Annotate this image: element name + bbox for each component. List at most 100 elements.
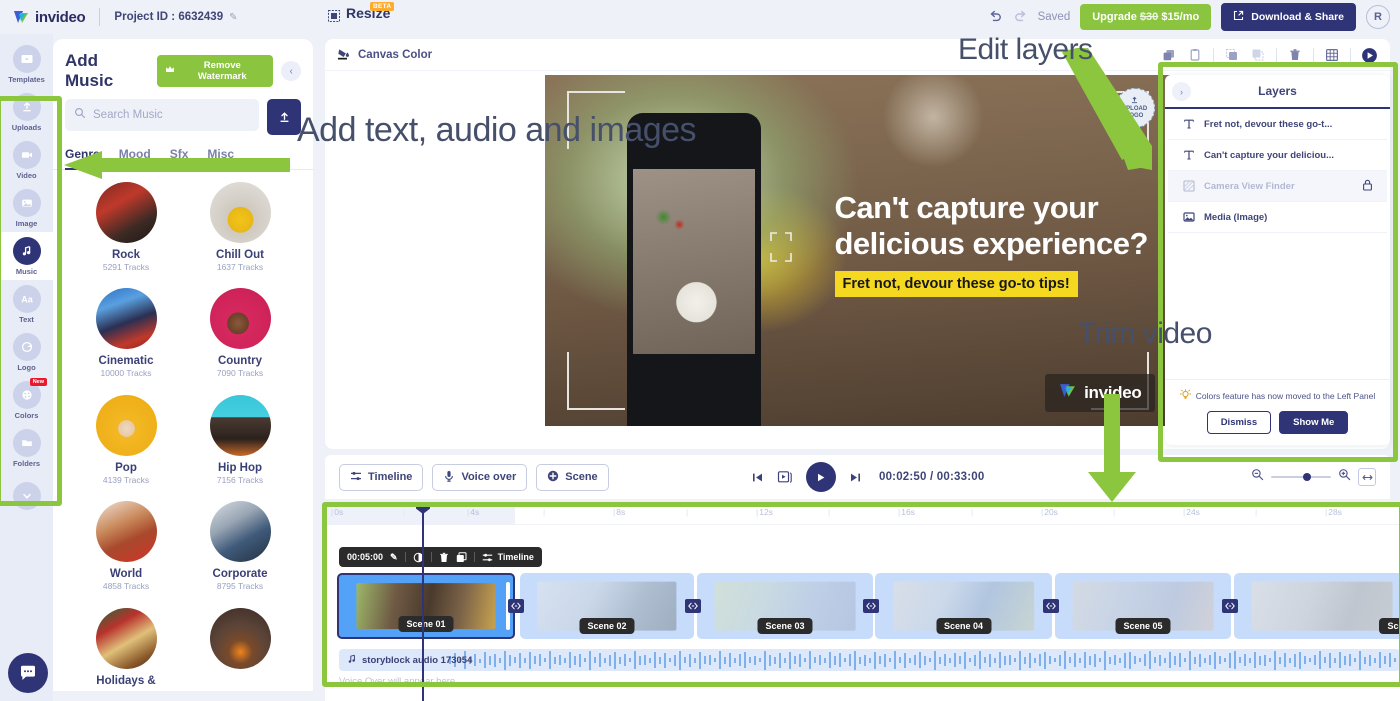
transition-marker[interactable] [863, 599, 879, 613]
sidebar-item-folders[interactable]: Folders [0, 424, 53, 472]
ruler-tick-minor: | [686, 507, 689, 517]
timeline-clip[interactable]: Scene 05 [1055, 573, 1231, 639]
bring-to-front-icon[interactable] [1219, 43, 1245, 67]
chevron-down-icon[interactable] [12, 482, 41, 510]
brand-logo-wrap[interactable]: invideo [12, 8, 86, 26]
ruler-tick: |8s [613, 507, 626, 517]
chat-bubble-icon[interactable] [8, 653, 48, 693]
sidebar-item-colors[interactable]: New Colors [0, 376, 53, 424]
timeline-context-button[interactable]: Timeline [482, 552, 534, 563]
timeline-ruler[interactable]: |0s | |4s | |8s | |12s | |16s | |20s | |… [325, 503, 1400, 525]
genre-card[interactable]: Chill Out 1637 Tracks [183, 182, 297, 284]
tab-sfx[interactable]: Sfx [170, 147, 189, 170]
timeline-clip[interactable]: Scene 04 [875, 573, 1052, 639]
voiceover-track[interactable]: Voice Over will appear here [339, 676, 1400, 694]
skip-next-icon[interactable] [849, 471, 862, 484]
upload-music-button[interactable] [267, 99, 301, 135]
lock-icon[interactable] [1362, 179, 1373, 194]
genre-count: 4858 Tracks [102, 581, 150, 592]
sidebar-item-logo[interactable]: Logo [0, 328, 53, 376]
genre-card[interactable]: Country 7090 Tracks [183, 288, 297, 390]
sidebar-item-templates[interactable]: Templates [0, 40, 53, 88]
phone-screen-image [632, 169, 755, 354]
search-music-box[interactable] [65, 99, 259, 131]
chevron-right-icon[interactable]: › [1172, 82, 1191, 101]
sidebar-item-music[interactable]: Music [0, 232, 53, 280]
trash-icon[interactable] [439, 552, 449, 563]
layer-row[interactable]: Fret not, devour these go-t... [1168, 109, 1387, 140]
genre-card[interactable]: Holidays & [69, 607, 183, 691]
video-preview[interactable]: Can't capture your delicious experience?… [544, 75, 1171, 426]
sidebar-item-image[interactable]: Image [0, 184, 53, 232]
genre-thumbnail [209, 182, 271, 243]
timeline-clip[interactable]: Scene [1234, 573, 1400, 639]
send-to-back-icon[interactable] [1245, 43, 1271, 67]
search-input[interactable] [93, 109, 250, 121]
resize-button[interactable]: Resize BETA [328, 2, 395, 22]
timeline-button[interactable]: Timeline [339, 463, 424, 491]
camera-viewfinder-bracket[interactable] [769, 232, 792, 262]
canvas-color-label: Canvas Color [358, 48, 433, 61]
genre-card[interactable]: Corporate 8795 Tracks [183, 501, 297, 603]
genre-card[interactable]: World 4858 Tracks [69, 501, 183, 603]
show-me-button[interactable]: Show Me [1279, 411, 1349, 434]
delete-trash-icon[interactable] [1282, 43, 1308, 67]
preview-play-icon[interactable] [1356, 43, 1382, 67]
layer-row[interactable]: Camera View Finder [1168, 171, 1387, 202]
genre-card[interactable]: Rock 5291 Tracks [69, 182, 183, 284]
zoom-in-icon[interactable] [1338, 468, 1351, 486]
sidebar-item-uploads[interactable]: Uploads [0, 88, 53, 136]
layer-row[interactable]: Media (Image) [1168, 202, 1387, 233]
ruler-tick-minor: | [1113, 507, 1116, 517]
transition-marker[interactable] [685, 599, 701, 613]
genre-card[interactable]: Pop 4139 Tracks [69, 394, 183, 497]
skip-previous-icon[interactable] [751, 471, 764, 484]
ruler-tick-minor: | [403, 507, 406, 517]
layer-row[interactable]: Can't capture your deliciou... [1168, 140, 1387, 171]
sidebar-item-text[interactable]: Aa Text [0, 280, 53, 328]
timeline-clip[interactable]: Scene 02 [520, 573, 694, 639]
transition-marker[interactable] [508, 599, 524, 613]
duplicate-scene-icon[interactable] [777, 469, 793, 485]
redo-icon[interactable] [1013, 9, 1028, 26]
tab-misc[interactable]: Misc [207, 147, 234, 170]
dismiss-button[interactable]: Dismiss [1206, 411, 1272, 434]
transition-marker[interactable] [1043, 599, 1059, 613]
zoom-slider[interactable] [1271, 473, 1331, 481]
voiceover-button[interactable]: Voice over [432, 463, 528, 491]
add-scene-button[interactable]: Scene [536, 463, 609, 491]
fit-to-width-icon[interactable] [1358, 468, 1376, 486]
chevron-left-icon[interactable]: ‹ [281, 61, 301, 81]
duplicate-icon[interactable] [1156, 43, 1182, 67]
timeline-clip[interactable]: Scene 01 [337, 573, 515, 639]
avatar[interactable]: R [1366, 5, 1390, 29]
upload-logo-placeholder[interactable]: UPLOAD LOGO [1114, 88, 1155, 128]
playhead[interactable] [416, 503, 430, 701]
logo-icon [12, 333, 41, 361]
panel-title: Add Music [65, 51, 114, 90]
sidebar-item-video[interactable]: Video [0, 136, 53, 184]
zoom-out-icon[interactable] [1251, 468, 1264, 486]
copy-clipboard-icon[interactable] [1182, 43, 1208, 67]
transition-marker[interactable] [1222, 599, 1238, 613]
tab-genre[interactable]: Genre [65, 147, 100, 170]
upgrade-button[interactable]: Upgrade $30 $15/mo [1080, 4, 1212, 30]
pencil-icon[interactable]: ✎ [229, 12, 237, 23]
duplicate-icon[interactable] [456, 551, 467, 563]
timeline-clip[interactable]: Scene 03 [697, 573, 873, 639]
tab-mood[interactable]: Mood [119, 147, 151, 170]
preview-subhead[interactable]: Fret not, devour these go-to tips! [834, 271, 1078, 297]
preview-headline[interactable]: Can't capture your delicious experience? [835, 190, 1165, 262]
undo-icon[interactable] [988, 9, 1003, 26]
genre-card[interactable]: Hip Hop 7156 Tracks [183, 394, 297, 497]
download-share-button[interactable]: Download & Share [1221, 3, 1356, 31]
grid-icon[interactable] [1319, 43, 1345, 67]
genre-card[interactable]: Cinematic 10000 Tracks [69, 288, 183, 390]
play-button[interactable] [805, 462, 836, 492]
zoom-slider-knob[interactable] [1303, 473, 1311, 481]
pencil-icon[interactable]: ✎ [390, 552, 398, 563]
brand-name: invideo [35, 8, 86, 26]
audio-track[interactable]: storyblock audio 173054 [339, 649, 1400, 671]
genre-card[interactable] [183, 607, 297, 691]
remove-watermark-button[interactable]: Remove Watermark [157, 55, 274, 87]
